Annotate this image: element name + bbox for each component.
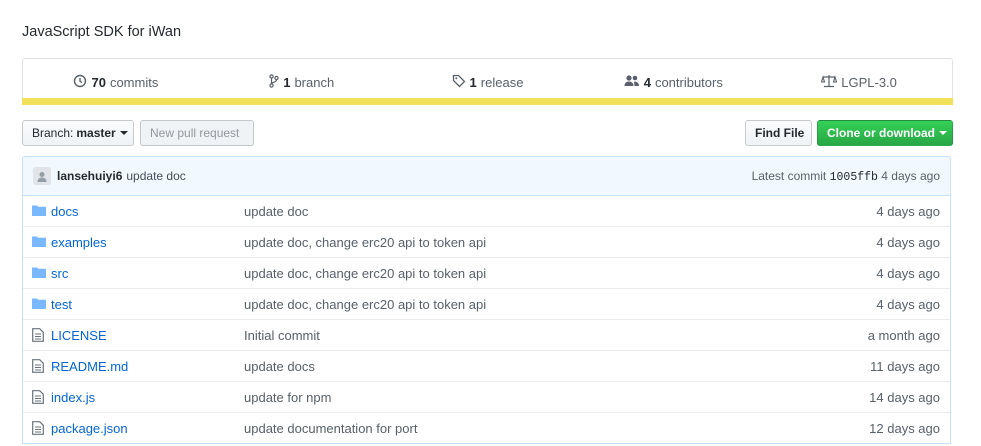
file-commit-message[interactable]: update docs [244,359,315,374]
caret-down-icon [939,131,947,135]
file-age: 4 days ago [876,296,940,312]
language-bar[interactable] [22,98,953,105]
file-age: a month ago [867,327,940,343]
file-commit-message[interactable]: update doc [244,204,308,219]
table-row: docs update doc 4 days ago [23,196,950,226]
file-commit-message[interactable]: Initial commit [244,328,320,343]
latest-commit-prefix: Latest commit [751,168,827,183]
file-icon [32,359,44,376]
table-row: package.json update documentation for po… [23,412,950,443]
history-icon [73,74,91,91]
caret-down-icon [119,131,128,135]
people-icon [624,74,644,91]
file-name-link[interactable]: src [51,266,68,281]
commit-author[interactable]: lansehuiyi6 [57,169,122,183]
new-pull-request-button[interactable]: New pull request [140,120,254,146]
clone-label: Clone or download [827,126,935,140]
commits-label: commits [109,74,159,90]
branch-label: branch [294,74,335,90]
file-icon [32,328,44,345]
contributors-label: contributors [654,74,723,90]
file-name-link[interactable]: index.js [51,390,95,405]
tag-icon [452,74,470,91]
repo-description: JavaScript SDK for iWan [22,24,182,40]
latest-commit-info: Latest commit 1005ffb 4 days ago [752,169,940,184]
file-commit-message[interactable]: update for npm [244,390,331,405]
table-row: test update doc, change erc20 api to tok… [23,288,950,319]
file-age: 14 days ago [869,389,940,405]
table-row: index.js update for npm 14 days ago [23,381,950,412]
latest-commit-bar: lansehuiyi6 update doc Latest commit 100… [22,156,951,196]
file-name-link[interactable]: LICENSE [51,328,107,343]
release-label: release [480,74,524,90]
file-name-link[interactable]: test [51,297,72,312]
table-row: examples update doc, change erc20 api to… [23,226,950,257]
contributors-count: 4 [643,74,651,90]
branch-icon [269,73,283,91]
clone-download-button[interactable]: Clone or download [817,120,953,146]
file-commit-message[interactable]: update doc, change erc20 api to token ap… [244,235,486,250]
avatar[interactable] [33,167,51,185]
folder-icon [32,297,46,312]
folder-icon [32,266,46,281]
commit-sha[interactable]: 1005ffb [830,171,878,184]
file-name-link[interactable]: examples [51,235,107,250]
file-age: 11 days ago [870,358,940,374]
file-commit-message[interactable]: update doc, change erc20 api to token ap… [244,297,486,312]
commit-message[interactable]: update doc [126,169,185,183]
file-name-link[interactable]: docs [51,204,78,219]
branch-select-button[interactable]: Branch: master [22,120,134,146]
table-row: LICENSE Initial commit a month ago [23,319,950,350]
file-commit-message[interactable]: update doc, change erc20 api to token ap… [244,266,486,281]
find-file-button[interactable]: Find File [745,120,812,146]
file-list: docs update doc 4 days ago examples upda… [22,196,951,444]
table-row: src update doc, change erc20 api to toke… [23,257,950,288]
release-count: 1 [469,74,477,90]
file-commit-message[interactable]: update documentation for port [244,421,417,436]
file-age: 4 days ago [876,234,940,250]
branch-prefix: Branch: [32,126,74,140]
law-icon [821,74,841,91]
commits-count: 70 [91,74,106,90]
file-age: 12 days ago [869,420,940,436]
branch-count: 1 [283,74,291,90]
file-name-link[interactable]: README.md [51,359,128,374]
file-age: 4 days ago [876,265,940,281]
table-row: README.md update docs 11 days ago [23,350,950,381]
file-icon [32,421,44,438]
file-icon [32,390,44,407]
branch-name: master [76,126,116,140]
file-name-link[interactable]: package.json [51,421,128,436]
license-name: LGPL-3.0 [841,74,897,90]
commit-age: 4 days ago [881,168,940,183]
folder-icon [32,204,46,219]
file-age: 4 days ago [876,203,940,219]
folder-icon [32,235,46,250]
